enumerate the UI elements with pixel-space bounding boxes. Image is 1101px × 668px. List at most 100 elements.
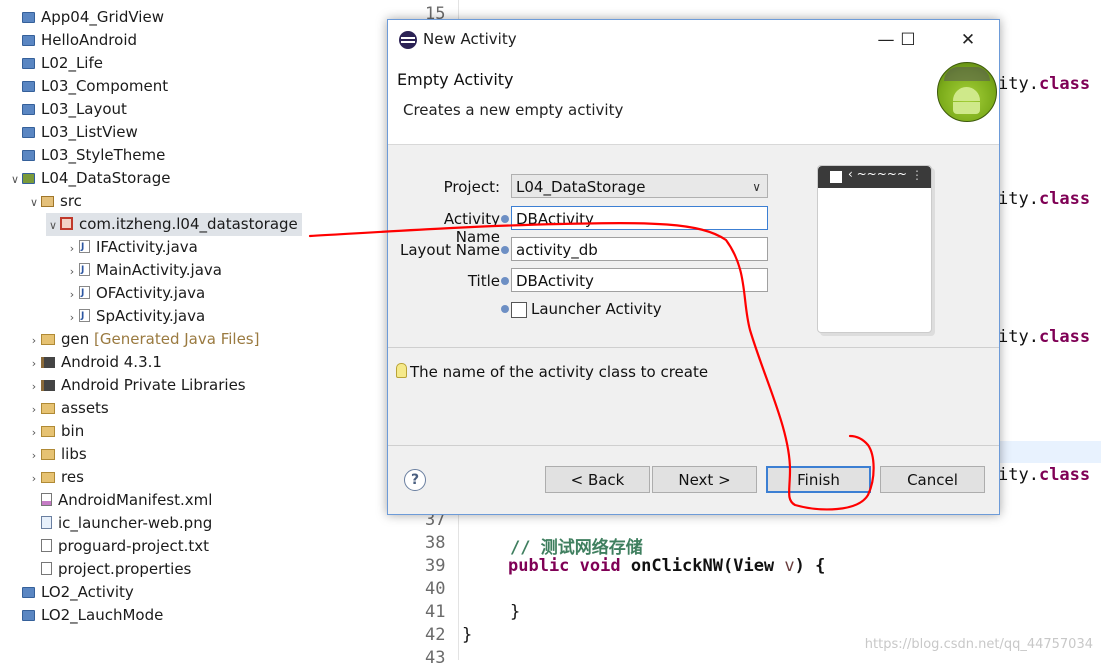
watermark: https://blog.csdn.net/qq_44757034	[864, 637, 1093, 652]
text-file-icon	[41, 539, 52, 552]
eclipse-icon	[399, 31, 417, 49]
java-file-icon	[79, 236, 90, 259]
maximize-button[interactable]: ☐	[885, 26, 931, 54]
tree-item-project[interactable]: HelloAndroid	[8, 29, 137, 52]
next-button[interactable]: Next >	[652, 466, 757, 493]
library-icon	[41, 380, 55, 391]
help-icon[interactable]: ?	[404, 469, 426, 491]
folder-icon	[41, 403, 55, 414]
tree-item-project[interactable]: LO2_LauchMode	[8, 604, 163, 627]
tree-item-file[interactable]: project.properties	[27, 558, 191, 581]
tree-item-project[interactable]: L03_StyleTheme	[8, 144, 165, 167]
tree-item-java[interactable]: ›MainActivity.java	[65, 259, 222, 282]
activity-preview: ‹ ~~~~~ ⋮	[817, 165, 932, 333]
cancel-button[interactable]: Cancel	[880, 466, 985, 493]
tree-item-package[interactable]: ∨ com.itzheng.l04_datastorage	[46, 213, 302, 236]
chevron-down-icon: ∨	[752, 180, 761, 194]
code-comment: // 测试网络存储	[510, 538, 643, 558]
launcher-activity-checkbox[interactable]	[511, 302, 527, 318]
project-select[interactable]: L04_DataStorage ∨	[511, 174, 768, 198]
chevron-right-icon[interactable]: ›	[27, 398, 41, 421]
chevron-right-icon[interactable]: ›	[27, 467, 41, 490]
info-icon	[501, 305, 509, 313]
info-icon	[501, 246, 509, 254]
tree-item-folder[interactable]: › assets	[27, 397, 109, 420]
info-icon	[501, 215, 509, 223]
tree-item-gen[interactable]: › gen [Generated Java Files]	[27, 328, 260, 352]
chevron-right-icon[interactable]: ›	[65, 283, 79, 306]
folder-icon	[41, 334, 55, 345]
tree-item-project[interactable]: L02_Life	[8, 52, 103, 75]
line-number: 42	[425, 625, 446, 645]
code-brace: }	[462, 625, 473, 645]
tree-item-project[interactable]: L03_Compoment	[8, 75, 168, 98]
tree-item-folder[interactable]: › res	[27, 466, 84, 489]
code-brace: }	[510, 602, 521, 622]
tree-item-project[interactable]: L03_Layout	[8, 98, 127, 121]
project-icon	[22, 35, 35, 46]
chevron-right-icon[interactable]: ›	[27, 352, 41, 375]
wizard-heading: Empty Activity	[397, 70, 514, 89]
java-file-icon	[79, 259, 90, 282]
activity-name-input[interactable]: DBActivity	[511, 206, 768, 230]
back-button[interactable]: < Back	[545, 466, 650, 493]
package-icon	[60, 217, 73, 230]
chevron-right-icon[interactable]: ›	[65, 306, 79, 329]
project-explorer: App04_GridView HelloAndroid L02_Life L03…	[0, 0, 398, 660]
source-folder-icon	[41, 196, 54, 207]
tree-item-java[interactable]: ›OFActivity.java	[65, 282, 205, 305]
tree-item-project[interactable]: App04_GridView	[8, 6, 164, 29]
chevron-right-icon[interactable]: ›	[27, 329, 41, 352]
chevron-right-icon[interactable]: ›	[27, 444, 41, 467]
tree-item-file[interactable]: ic_launcher-web.png	[27, 512, 212, 535]
info-icon	[501, 277, 509, 285]
chevron-right-icon[interactable]: ›	[27, 421, 41, 444]
chevron-right-icon[interactable]: ›	[65, 260, 79, 283]
project-icon	[22, 610, 35, 621]
title-input[interactable]: DBActivity	[511, 268, 768, 292]
chevron-right-icon[interactable]: ›	[65, 237, 79, 260]
code-fragment: ity.class	[998, 189, 1091, 209]
lightbulb-icon	[396, 363, 407, 378]
text-file-icon	[41, 562, 52, 575]
layout-name-input[interactable]: activity_db	[511, 237, 768, 261]
folder-icon	[41, 426, 55, 437]
line-number: 43	[425, 648, 446, 668]
folder-icon	[41, 472, 55, 483]
project-icon	[22, 104, 35, 115]
tree-item-project-l04[interactable]: ∨ L04_DataStorage	[8, 167, 170, 190]
tree-item-java[interactable]: ›SpActivity.java	[65, 305, 205, 328]
chevron-down-icon[interactable]: ∨	[8, 168, 22, 191]
code-fragment: ity.class	[998, 465, 1091, 485]
close-button[interactable]: ✕	[945, 26, 991, 54]
tree-item-file[interactable]: AndroidManifest.xml	[27, 489, 212, 512]
chevron-down-icon[interactable]: ∨	[27, 191, 41, 214]
tree-item-project[interactable]: LO2_Activity	[8, 581, 134, 604]
project-icon	[22, 81, 35, 92]
tree-item-folder[interactable]: › bin	[27, 420, 84, 443]
chevron-right-icon[interactable]: ›	[27, 375, 41, 398]
finish-button[interactable]: Finish	[766, 466, 871, 493]
project-icon	[22, 58, 35, 69]
java-file-icon	[79, 305, 90, 328]
dialog-header: Empty Activity Creates a new empty activ…	[388, 60, 999, 145]
layout-name-label: Layout Name	[399, 241, 500, 259]
java-file-icon	[79, 282, 90, 305]
tree-item-java[interactable]: ›IFActivity.java	[65, 236, 198, 259]
tree-item-library[interactable]: › Android 4.3.1	[27, 351, 162, 374]
line-number: 41	[425, 602, 446, 622]
launcher-activity-label[interactable]: Launcher Activity	[531, 300, 662, 318]
dialog-title: New Activity	[423, 30, 517, 48]
tree-item-library[interactable]: › Android Private Libraries	[27, 374, 246, 397]
project-icon	[22, 587, 35, 598]
chevron-down-icon[interactable]: ∨	[46, 214, 60, 237]
tree-item-folder[interactable]: › libs	[27, 443, 87, 466]
line-number: 38	[425, 533, 446, 553]
image-file-icon	[41, 516, 52, 529]
tree-item-file[interactable]: proguard-project.txt	[27, 535, 209, 558]
preview-action-bar: ‹ ~~~~~ ⋮	[818, 166, 931, 188]
dialog-title-bar[interactable]: New Activity — ☐ ✕	[388, 20, 999, 60]
project-icon	[22, 150, 35, 161]
tree-item-project[interactable]: L03_ListView	[8, 121, 138, 144]
tree-item-src[interactable]: ∨ src	[27, 190, 82, 213]
